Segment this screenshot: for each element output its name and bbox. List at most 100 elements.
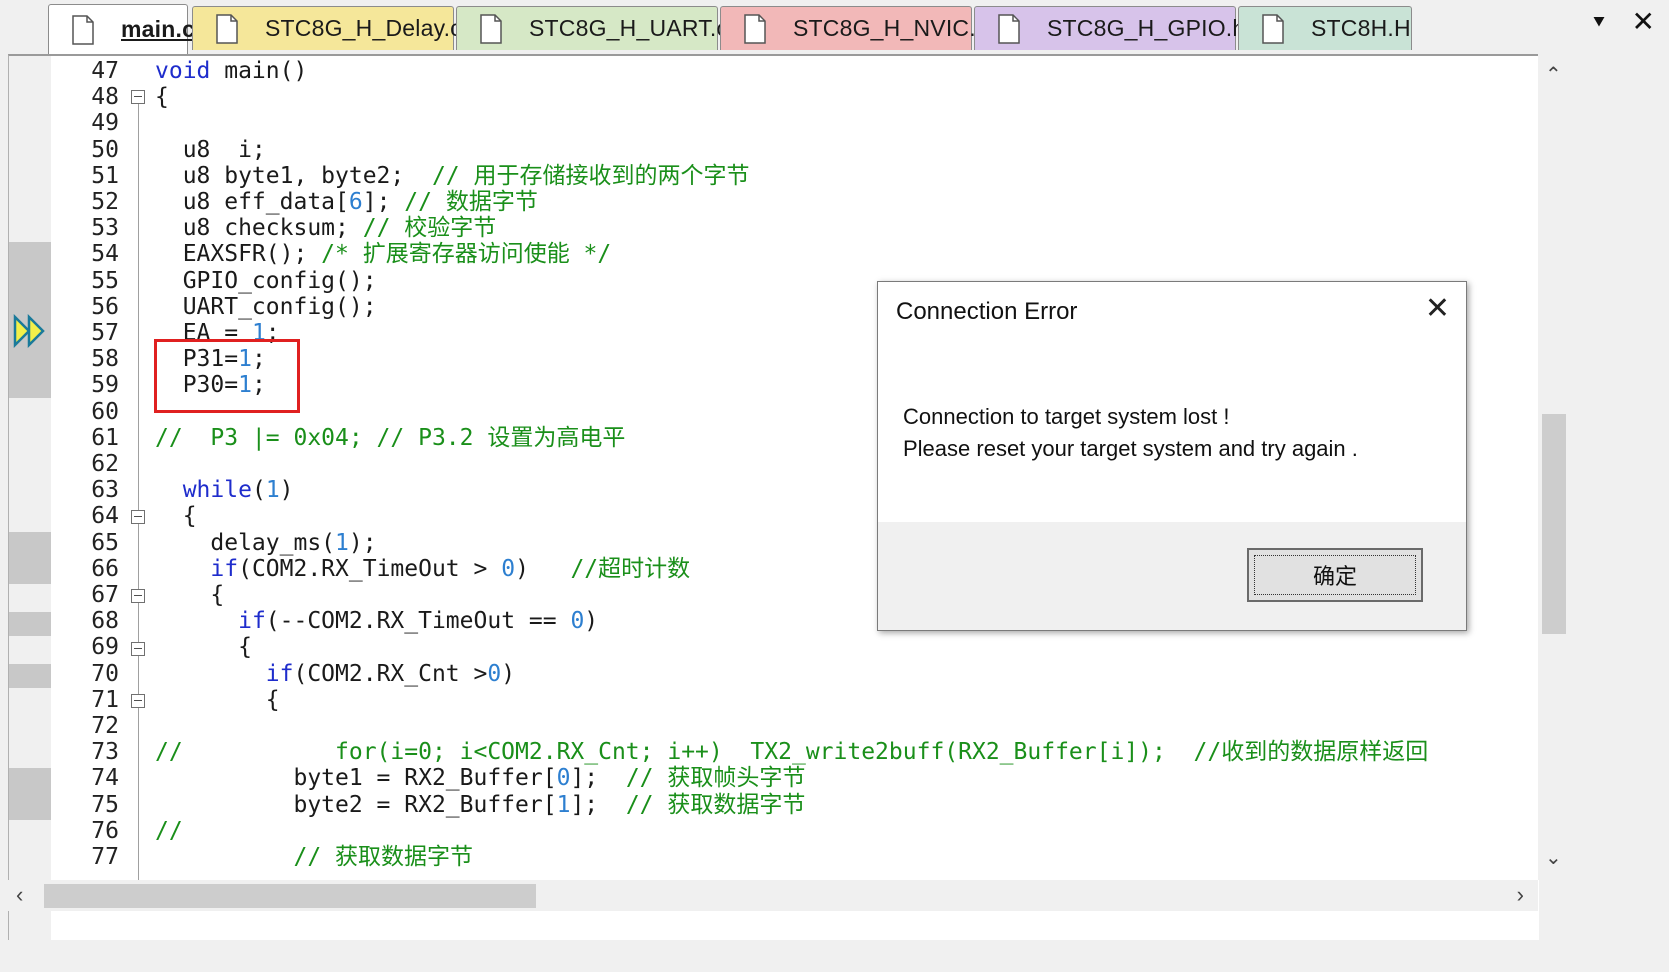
code-line[interactable]: // P3 |= 0x04; // P3.2 设置为高电平 — [155, 425, 625, 451]
file-tab-bar: main.c STC8G_H_Delay.c STC8G_H_UART.c ST… — [0, 0, 1669, 54]
code-token: ]; — [570, 765, 626, 792]
code-line[interactable]: delay_ms(1); — [155, 529, 377, 556]
comment-token: // 获取数据字节 — [293, 844, 474, 870]
tab-label: STC8G_H_Delay.c — [265, 15, 462, 41]
tab-label: main.c — [121, 16, 196, 42]
comment-token: //超时计数 — [570, 555, 691, 582]
code-line[interactable]: while(1) — [155, 477, 294, 503]
code-line[interactable]: UART_config(); — [155, 294, 377, 320]
code-line[interactable]: if(COM2.RX_Cnt >0) — [155, 661, 515, 687]
file-icon — [997, 13, 1021, 44]
code-line[interactable]: { — [155, 634, 252, 660]
horizontal-scroll-thumb[interactable] — [44, 884, 536, 908]
code-token: ]; — [570, 791, 626, 818]
code-token: ); — [348, 529, 377, 556]
comment-token: // 获取数据字节 — [625, 791, 806, 818]
comment-token: // 获取帧头字节 — [625, 765, 806, 792]
fold-toggle-icon[interactable] — [131, 694, 145, 708]
line-number: 55 — [91, 267, 119, 294]
line-number: 76 — [91, 817, 119, 844]
fold-toggle-icon[interactable] — [131, 642, 145, 656]
scroll-up-icon[interactable]: ⌃ — [1545, 62, 1562, 87]
ok-button[interactable]: 确定 — [1247, 548, 1423, 602]
line-number: 69 — [91, 634, 119, 661]
code-line[interactable]: // — [155, 818, 183, 844]
code-line[interactable]: u8 i; — [155, 137, 266, 163]
code-token: { — [155, 503, 197, 530]
tab-stc8h-h[interactable]: STC8H.H — [1238, 6, 1412, 50]
fold-line — [138, 104, 139, 894]
comment-token: // 用于存储接收到的两个字节 — [431, 162, 750, 189]
code-line[interactable]: GPIO_config(); — [155, 268, 377, 294]
coverage-mark — [9, 532, 51, 584]
number-token: 0 — [556, 765, 571, 792]
code-line[interactable]: void main() — [155, 58, 307, 84]
code-line[interactable]: if(COM2.RX_TimeOut > 0) //超时计数 — [155, 556, 690, 582]
code-line[interactable]: EAXSFR(); /* 扩展寄存器访问使能 */ — [155, 241, 612, 267]
red-highlight-box — [154, 339, 300, 413]
tab-list-dropdown-icon[interactable]: ⯆ — [1591, 12, 1607, 35]
code-line[interactable]: if(--COM2.RX_TimeOut == 0) — [155, 608, 598, 634]
connection-error-dialog: Connection Error ✕ Connection to target … — [877, 281, 1467, 631]
line-number: 56 — [91, 293, 119, 320]
code-line[interactable]: u8 byte1, byte2; // 用于存储接收到的两个字节 — [155, 163, 750, 189]
fold-toggle-icon[interactable] — [131, 90, 145, 104]
fold-toggle-icon[interactable] — [131, 510, 145, 524]
comment-token: // 数据字节 — [404, 189, 538, 215]
keyword-token: while — [182, 477, 252, 504]
code-token: byte1 = RX2_Buffer[ — [155, 765, 557, 792]
code-line[interactable]: { — [155, 687, 280, 713]
code-line[interactable]: { — [155, 582, 224, 608]
scroll-down-icon[interactable]: ⌄ — [1545, 845, 1562, 870]
tab-stc8g-h-uart-c[interactable]: STC8G_H_UART.c — [456, 6, 728, 50]
comment-token: // for(i=0; i<COM2.RX_Cnt; i++) TX2_writ… — [155, 739, 1429, 766]
horizontal-scrollbar[interactable]: ‹ › — [8, 880, 1538, 911]
line-number: 64 — [91, 503, 119, 530]
vertical-scroll-thumb[interactable] — [1542, 414, 1566, 634]
dialog-message-line1: Connection to target system lost ! — [903, 404, 1230, 429]
code-line[interactable]: // 获取数据字节 — [155, 844, 473, 870]
comment-token: // — [155, 817, 183, 844]
breakpoint-margin[interactable] — [9, 56, 51, 940]
tab-stc8g-h-nvic-c[interactable]: STC8G_H_NVIC.c — [720, 6, 987, 50]
tab-stc8g-h-gpio-h[interactable]: STC8G_H_GPIO.h — [974, 6, 1245, 50]
code-token: ]; — [362, 189, 405, 215]
code-line[interactable]: byte2 = RX2_Buffer[1]; // 获取数据字节 — [155, 792, 805, 818]
fold-gutter — [127, 56, 155, 940]
line-number: 62 — [91, 451, 119, 477]
line-number: 60 — [91, 398, 119, 425]
code-line[interactable]: { — [155, 84, 169, 110]
scroll-left-icon[interactable]: ‹ — [16, 882, 23, 908]
code-token: ) — [501, 660, 516, 687]
vertical-scrollbar[interactable]: ⌃ ⌄ — [1538, 54, 1569, 880]
number-token: 0 — [570, 608, 585, 635]
scroll-right-icon[interactable]: › — [1517, 882, 1524, 908]
code-line[interactable]: u8 checksum; // 校验字节 — [155, 215, 497, 242]
file-icon — [215, 13, 239, 44]
keyword-token: if — [238, 608, 266, 635]
code-line[interactable]: u8 eff_data[6]; // 数据字节 — [155, 189, 538, 215]
tab-stc8g-h-delay-c[interactable]: STC8G_H_Delay.c — [192, 6, 462, 50]
fold-toggle-icon[interactable] — [131, 589, 145, 603]
line-number: 63 — [91, 477, 119, 504]
dialog-close-icon[interactable]: ✕ — [1425, 294, 1450, 324]
coverage-mark — [9, 612, 51, 636]
line-number: 73 — [91, 739, 119, 766]
code-token: { — [155, 634, 252, 661]
code-token: { — [155, 582, 225, 608]
line-number-gutter: 47 48 49 50 51 52 53 54 55 56 57 58 59 60 61 62 63 64 65 66… — [51, 56, 127, 940]
comment-token: // P3 |= 0x04; // P3.2 设置为高电平 — [155, 424, 626, 451]
tab-label: STC8H.H — [1311, 15, 1411, 41]
ok-button-label: 确定 — [1312, 564, 1357, 589]
number-token: 1 — [556, 791, 571, 818]
code-line[interactable]: // for(i=0; i<COM2.RX_Cnt; i++) TX2_writ… — [155, 739, 1428, 765]
close-file-icon[interactable]: ✕ — [1632, 8, 1655, 36]
code-line[interactable]: { — [155, 503, 197, 529]
code-line[interactable]: byte1 = RX2_Buffer[0]; // 获取帧头字节 — [155, 765, 805, 791]
line-number: 49 — [91, 110, 119, 137]
code-token: u8 checksum; — [155, 215, 363, 242]
code-token: ( — [251, 477, 266, 504]
tab-main-c[interactable]: main.c — [48, 4, 195, 54]
